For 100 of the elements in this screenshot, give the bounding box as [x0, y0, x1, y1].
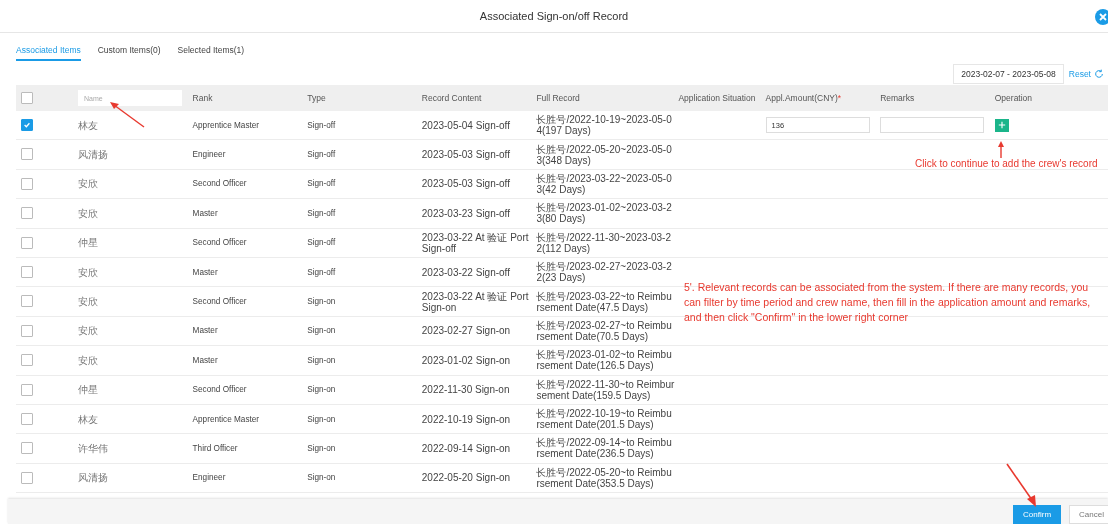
table-cell-text: 长胜号/2023-02-27~to Reimbursement Date(70.5 Days)	[536, 319, 673, 342]
table-cell-text: 长胜号/2022-05-20~to Reimbursement Date(353.5 Days)	[536, 466, 673, 489]
table-cell-text: 长胜号/2022-05-20~2023-05-03(348 Days)	[536, 143, 673, 166]
table-cell-text: 2023-05-04 Sign-off	[421, 119, 511, 131]
table-cell-text: Master	[192, 266, 219, 278]
table-cell-text: 2023-03-22 At 验证 Port Sign-on	[421, 290, 530, 313]
table-cell-text: 2022-05-20 Sign-on	[421, 472, 512, 484]
footer-button[interactable]: Cancel	[1069, 505, 1108, 524]
checkbox[interactable]	[21, 119, 33, 131]
table-cell-text: Second Officer	[192, 296, 248, 308]
checkbox[interactable]	[21, 236, 33, 249]
checkbox[interactable]	[21, 442, 33, 455]
annotation-text: Click to continue to add the crew's record	[915, 158, 1098, 169]
checkbox[interactable]	[21, 354, 33, 367]
table-cell-text: 仲星	[78, 237, 99, 249]
table-cell-text: 长胜号/2023-03-22~2023-05-03(42 Days)	[536, 172, 673, 195]
table-cell-text: Engineer	[192, 149, 227, 161]
table-cell-text: 2023-05-03 Sign-off	[421, 178, 511, 190]
table-cell-text: Sign-off	[307, 207, 337, 219]
table-cell-text: 长胜号/2022-09-14~to Reimbursement Date(236.5 Days)	[536, 437, 673, 460]
table-cell-text: 2023-05-03 Sign-off	[421, 149, 511, 161]
table-cell-text: Second Officer	[192, 384, 248, 396]
table-cell-text: Sign-off	[307, 178, 337, 190]
table-cell-text: 长胜号/2022-10-19~to Reimbursement Date(201.5 Days)	[536, 408, 673, 431]
dialog-title: Associated Sign-on/off Record	[479, 10, 629, 22]
table-cell-text: 安欣	[78, 207, 99, 219]
table-cell-text: 安欣	[78, 325, 99, 337]
checkbox[interactable]	[21, 412, 33, 425]
table-cell-text: Apprentice Master	[192, 413, 261, 425]
table-cell-text: Sign-off	[307, 119, 337, 131]
table-cell-text: 安欣	[78, 296, 99, 308]
table-cell-text: 仲星	[78, 384, 99, 396]
column-header: Remarks	[880, 93, 915, 103]
checkbox[interactable]	[21, 148, 33, 161]
table-cell-text: Sign-on	[307, 443, 337, 454]
close-icon[interactable]	[1095, 9, 1108, 25]
table-cell-text: 长胜号/2023-01-02~2023-03-23(80 Days)	[536, 202, 673, 225]
table-cell-text: 安欣	[78, 178, 99, 190]
table-cell-text: Sign-on	[307, 354, 337, 366]
table-cell-text: 2023-02-27 Sign-on	[421, 325, 512, 337]
table-cell-text: Master	[192, 325, 219, 337]
table-cell-text: 风清扬	[78, 472, 109, 484]
table-cell-text: 2023-03-22 At 验证 Port Sign-off	[421, 231, 530, 254]
annotation-text: 5'. Relevant records can be associated from the system. If there are many records, you can filter by time period and crew name, then fill in the application amount and remarks, and then click "Confirm" in the lower right corner	[684, 280, 1092, 325]
column-header: Application Situation	[678, 93, 756, 103]
table-cell-text: Engineer	[192, 472, 227, 484]
remarks-field[interactable]	[880, 117, 985, 134]
table-cell-text: Master	[192, 207, 219, 219]
refresh-icon	[1094, 69, 1104, 79]
checkbox[interactable]	[21, 471, 33, 484]
table-cell-text: 2022-09-14 Sign-on	[421, 443, 512, 454]
table-cell-text: Sign-off	[307, 266, 337, 278]
table-cell-text: 安欣	[78, 354, 99, 366]
checkbox[interactable]	[21, 207, 33, 220]
column-header: Appl.Amount(CNY)*	[765, 93, 842, 103]
checkbox[interactable]	[21, 383, 33, 396]
add-button[interactable]	[994, 118, 1009, 132]
table-cell-text: Apprentice Master	[192, 119, 261, 131]
table-cell-text: Sign-on	[307, 384, 337, 396]
table-cell-text: 长胜号/2023-03-22~to Reimbursement Date(47.5 Days)	[536, 290, 673, 313]
table-cell-text: 许华伟	[78, 443, 109, 454]
table-cell-text: 2023-03-22 Sign-off	[421, 266, 511, 278]
table-cell-text: Master	[192, 354, 219, 366]
table-cell-text: 2022-11-30 Sign-on	[421, 384, 511, 396]
table-cell-text: 长胜号/2023-02-27~2023-03-22(23 Days)	[536, 261, 673, 284]
table-cell-text: Sign-off	[307, 149, 337, 161]
column-header: Rank	[192, 93, 213, 103]
table-cell-text: 长胜号/2022-10-19~2023-05-04(197 Days)	[536, 114, 673, 137]
table-cell-text: Sign-on	[307, 296, 337, 308]
check-icon	[23, 121, 31, 129]
table-cell-text: 2023-03-23 Sign-off	[421, 207, 511, 219]
date-range-field[interactable]: 2023-02-07 - 2023-05-08	[953, 64, 1064, 84]
table-cell-text: Second Officer	[192, 178, 248, 190]
plus-icon	[997, 121, 1006, 130]
checkbox[interactable]	[21, 265, 33, 278]
table-cell-text: Sign-off	[307, 237, 337, 249]
annotation-arrow	[998, 141, 1004, 159]
table-cell-text: 长胜号/2023-01-02~to Reimbursement Date(126.5 Days)	[536, 349, 673, 372]
table-cell-text: Sign-on	[307, 413, 337, 425]
annotation-arrow	[1006, 463, 1036, 507]
table-cell-text: 林友	[78, 119, 99, 131]
table-cell: 长胜号/2022-11-30~to Reimbursement Date(159.5 Days)	[536, 378, 675, 401]
column-header: Operation	[994, 93, 1033, 103]
table-cell-text: Sign-on	[307, 325, 337, 337]
tab[interactable]: Custom Items(0)	[97, 45, 161, 61]
table-cell-text: 安欣	[78, 266, 99, 278]
tab[interactable]: Selected Items(1)	[177, 45, 245, 61]
table-cell-text: 风清扬	[78, 149, 109, 161]
checkbox[interactable]	[21, 295, 33, 308]
column-header: Type	[307, 93, 326, 103]
column-header: Record Content	[421, 93, 482, 103]
table-cell-text: Second Officer	[192, 237, 248, 249]
table-cell-text: 长胜号/2022-11-30~2023-03-22(112 Days)	[536, 231, 672, 254]
table-cell-text: 2023-01-02 Sign-on	[421, 354, 512, 366]
annotation-arrow	[110, 102, 145, 128]
column-header: Full Record	[536, 93, 580, 103]
checkbox[interactable]	[21, 324, 33, 337]
checkbox[interactable]	[21, 92, 33, 104]
checkbox[interactable]	[21, 177, 33, 190]
table-cell-text: Third Officer	[192, 443, 239, 454]
